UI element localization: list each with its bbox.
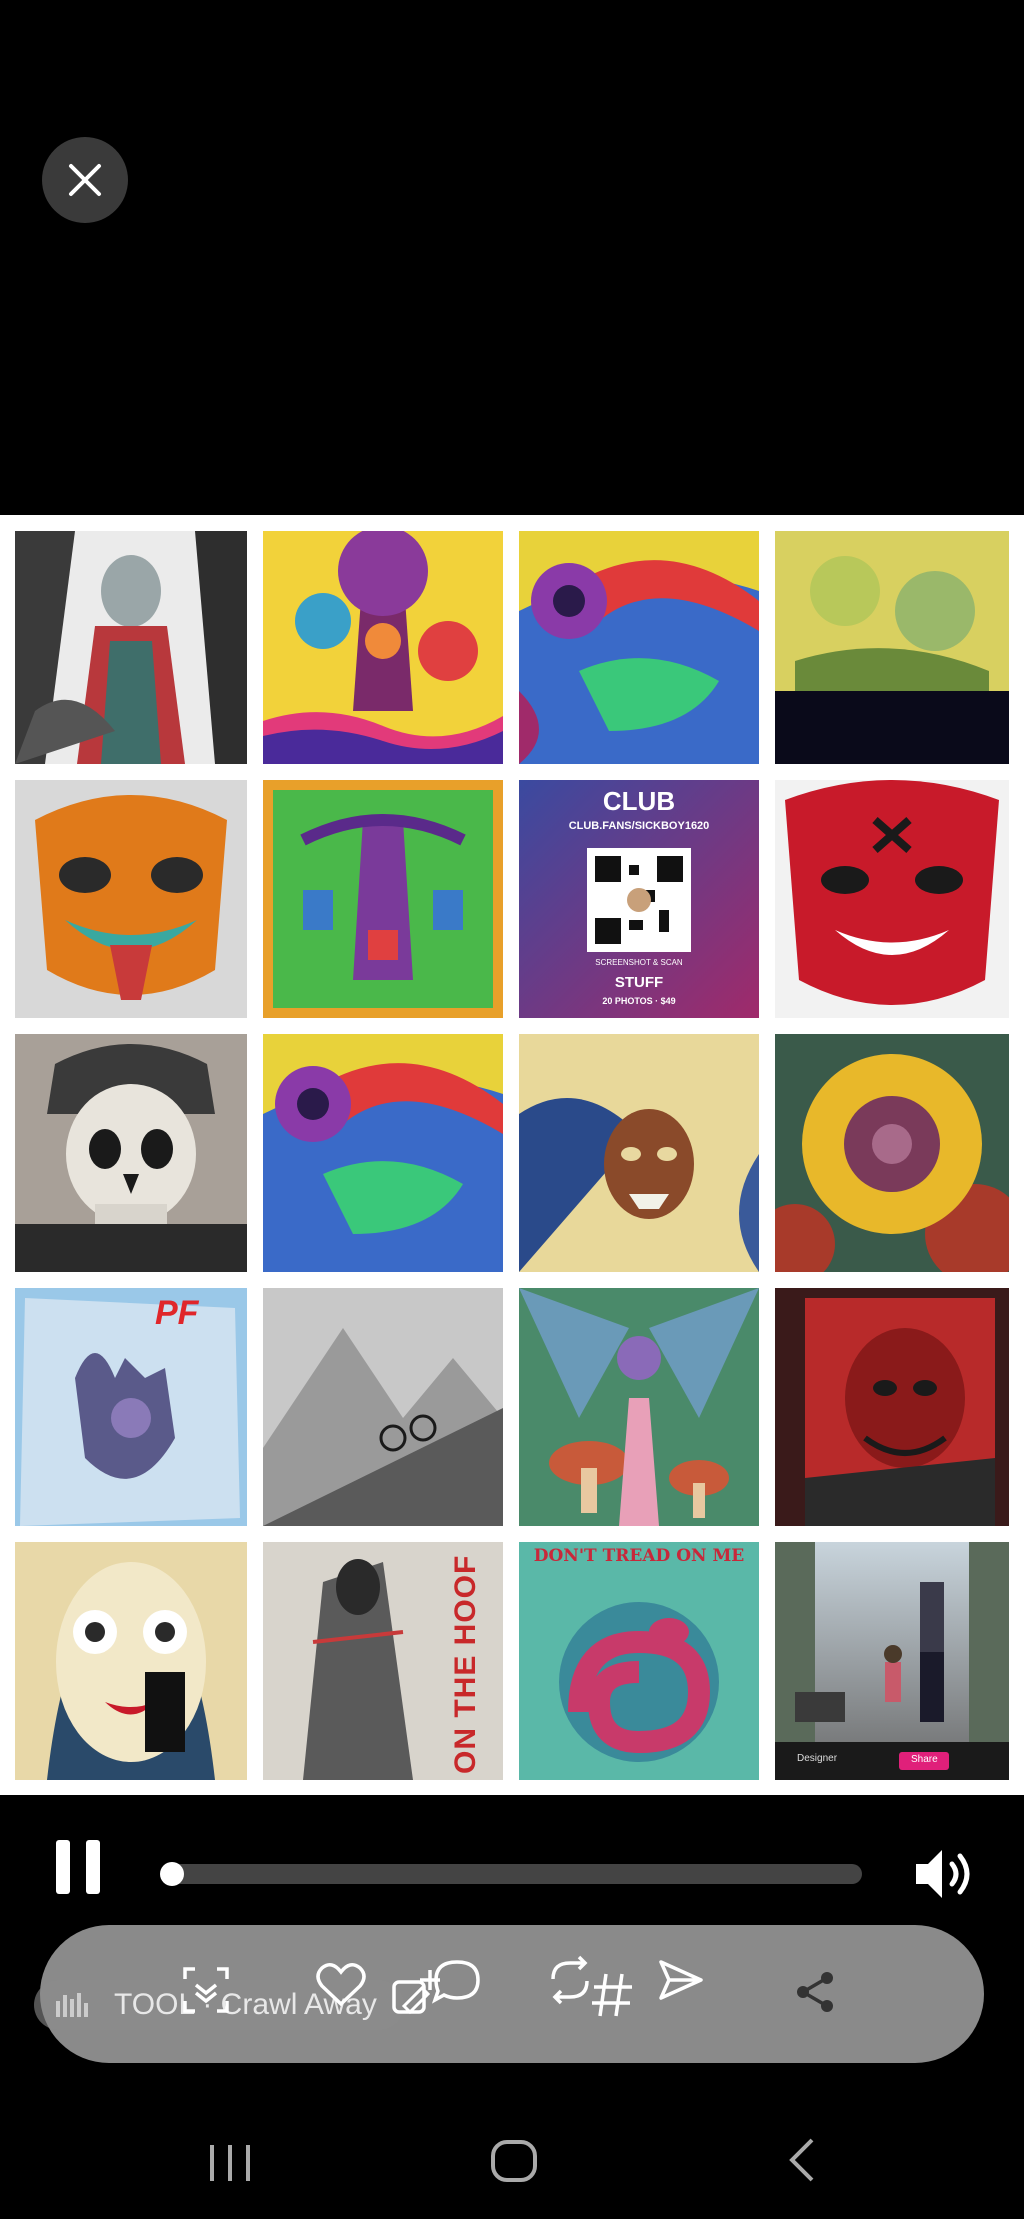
send-icon[interactable] — [657, 1958, 705, 2002]
recents-icon[interactable] — [200, 2130, 260, 2190]
heart-icon[interactable] — [316, 1962, 366, 2008]
share-label: Share — [911, 1754, 938, 1765]
club-price: 20 PHOTOS · $49 — [602, 996, 676, 1006]
pf-text: PF — [155, 1294, 199, 1332]
repost-icon[interactable] — [545, 1955, 595, 2005]
tile-psychedelic-tree-art — [263, 531, 503, 764]
close-button[interactable] — [42, 137, 128, 223]
scan-icon[interactable] — [183, 1967, 229, 2013]
tile-reaper-hoof-art: ON THE HOOF — [263, 1542, 503, 1780]
tile-dont-tread-snake-art: DON'T TREAD ON ME — [519, 1542, 759, 1780]
tile-winged-mushroom-art — [519, 1288, 759, 1526]
tile-mountain-bike-sketch-art — [263, 1288, 503, 1526]
share-icon[interactable] — [793, 1970, 837, 2014]
comment-icon[interactable] — [432, 1958, 482, 2004]
club-instruction: SCREENSHOT & SCAN — [595, 958, 683, 967]
hoof-text: ON THE HOOF — [449, 1554, 482, 1774]
hashtag-icon[interactable] — [590, 1972, 634, 2018]
system-nav-bar — [0, 2100, 1024, 2219]
tile-madonna-figure-art — [15, 531, 247, 764]
tile-clown-girl-art — [15, 1542, 247, 1780]
club-subtitle: STUFF — [614, 974, 664, 991]
close-icon — [69, 164, 101, 196]
tile-club-qr-promo: CLUB CLUB.FANS/SICKBOY1620 SCREENSHOT & … — [519, 780, 759, 1018]
progress-bar[interactable] — [162, 1864, 862, 1884]
tile-green-tree-swings-art — [263, 780, 503, 1018]
progress-thumb[interactable] — [160, 1862, 184, 1886]
tile-hand-sticker-art: PF — [15, 1288, 247, 1526]
club-title: CLUB — [602, 786, 676, 816]
tile-blue-mask-sketch-art — [519, 1034, 759, 1272]
home-icon[interactable] — [485, 2130, 545, 2190]
back-icon[interactable] — [772, 2130, 832, 2190]
tile-red-oni-mask-art — [775, 780, 1009, 1018]
designer-label: Designer — [797, 1753, 838, 1764]
tile-red-demon-art — [775, 1288, 1009, 1526]
tile-yellow-creatures-art — [775, 531, 1009, 764]
music-bars-icon — [56, 1993, 88, 2017]
tile-eyeball-flames-art-2 — [263, 1034, 503, 1272]
tile-father-daughter-art: Designer Share — [775, 1542, 1009, 1780]
tile-orange-oni-mask-art — [15, 780, 247, 1018]
pause-icon[interactable] — [56, 1840, 104, 1894]
tile-sunflower-art — [775, 1034, 1009, 1272]
dont-tread-text: DON'T TREAD ON ME — [533, 1546, 745, 1566]
volume-icon[interactable] — [912, 1844, 976, 1904]
tile-skull-helmet-art — [15, 1034, 247, 1272]
media-collage[interactable]: CLUB CLUB.FANS/SICKBOY1620 SCREENSHOT & … — [0, 515, 1024, 1795]
tile-eyeball-flames-art — [519, 531, 759, 764]
club-url: CLUB.FANS/SICKBOY1620 — [568, 820, 710, 832]
player-controls — [0, 1800, 1024, 1930]
